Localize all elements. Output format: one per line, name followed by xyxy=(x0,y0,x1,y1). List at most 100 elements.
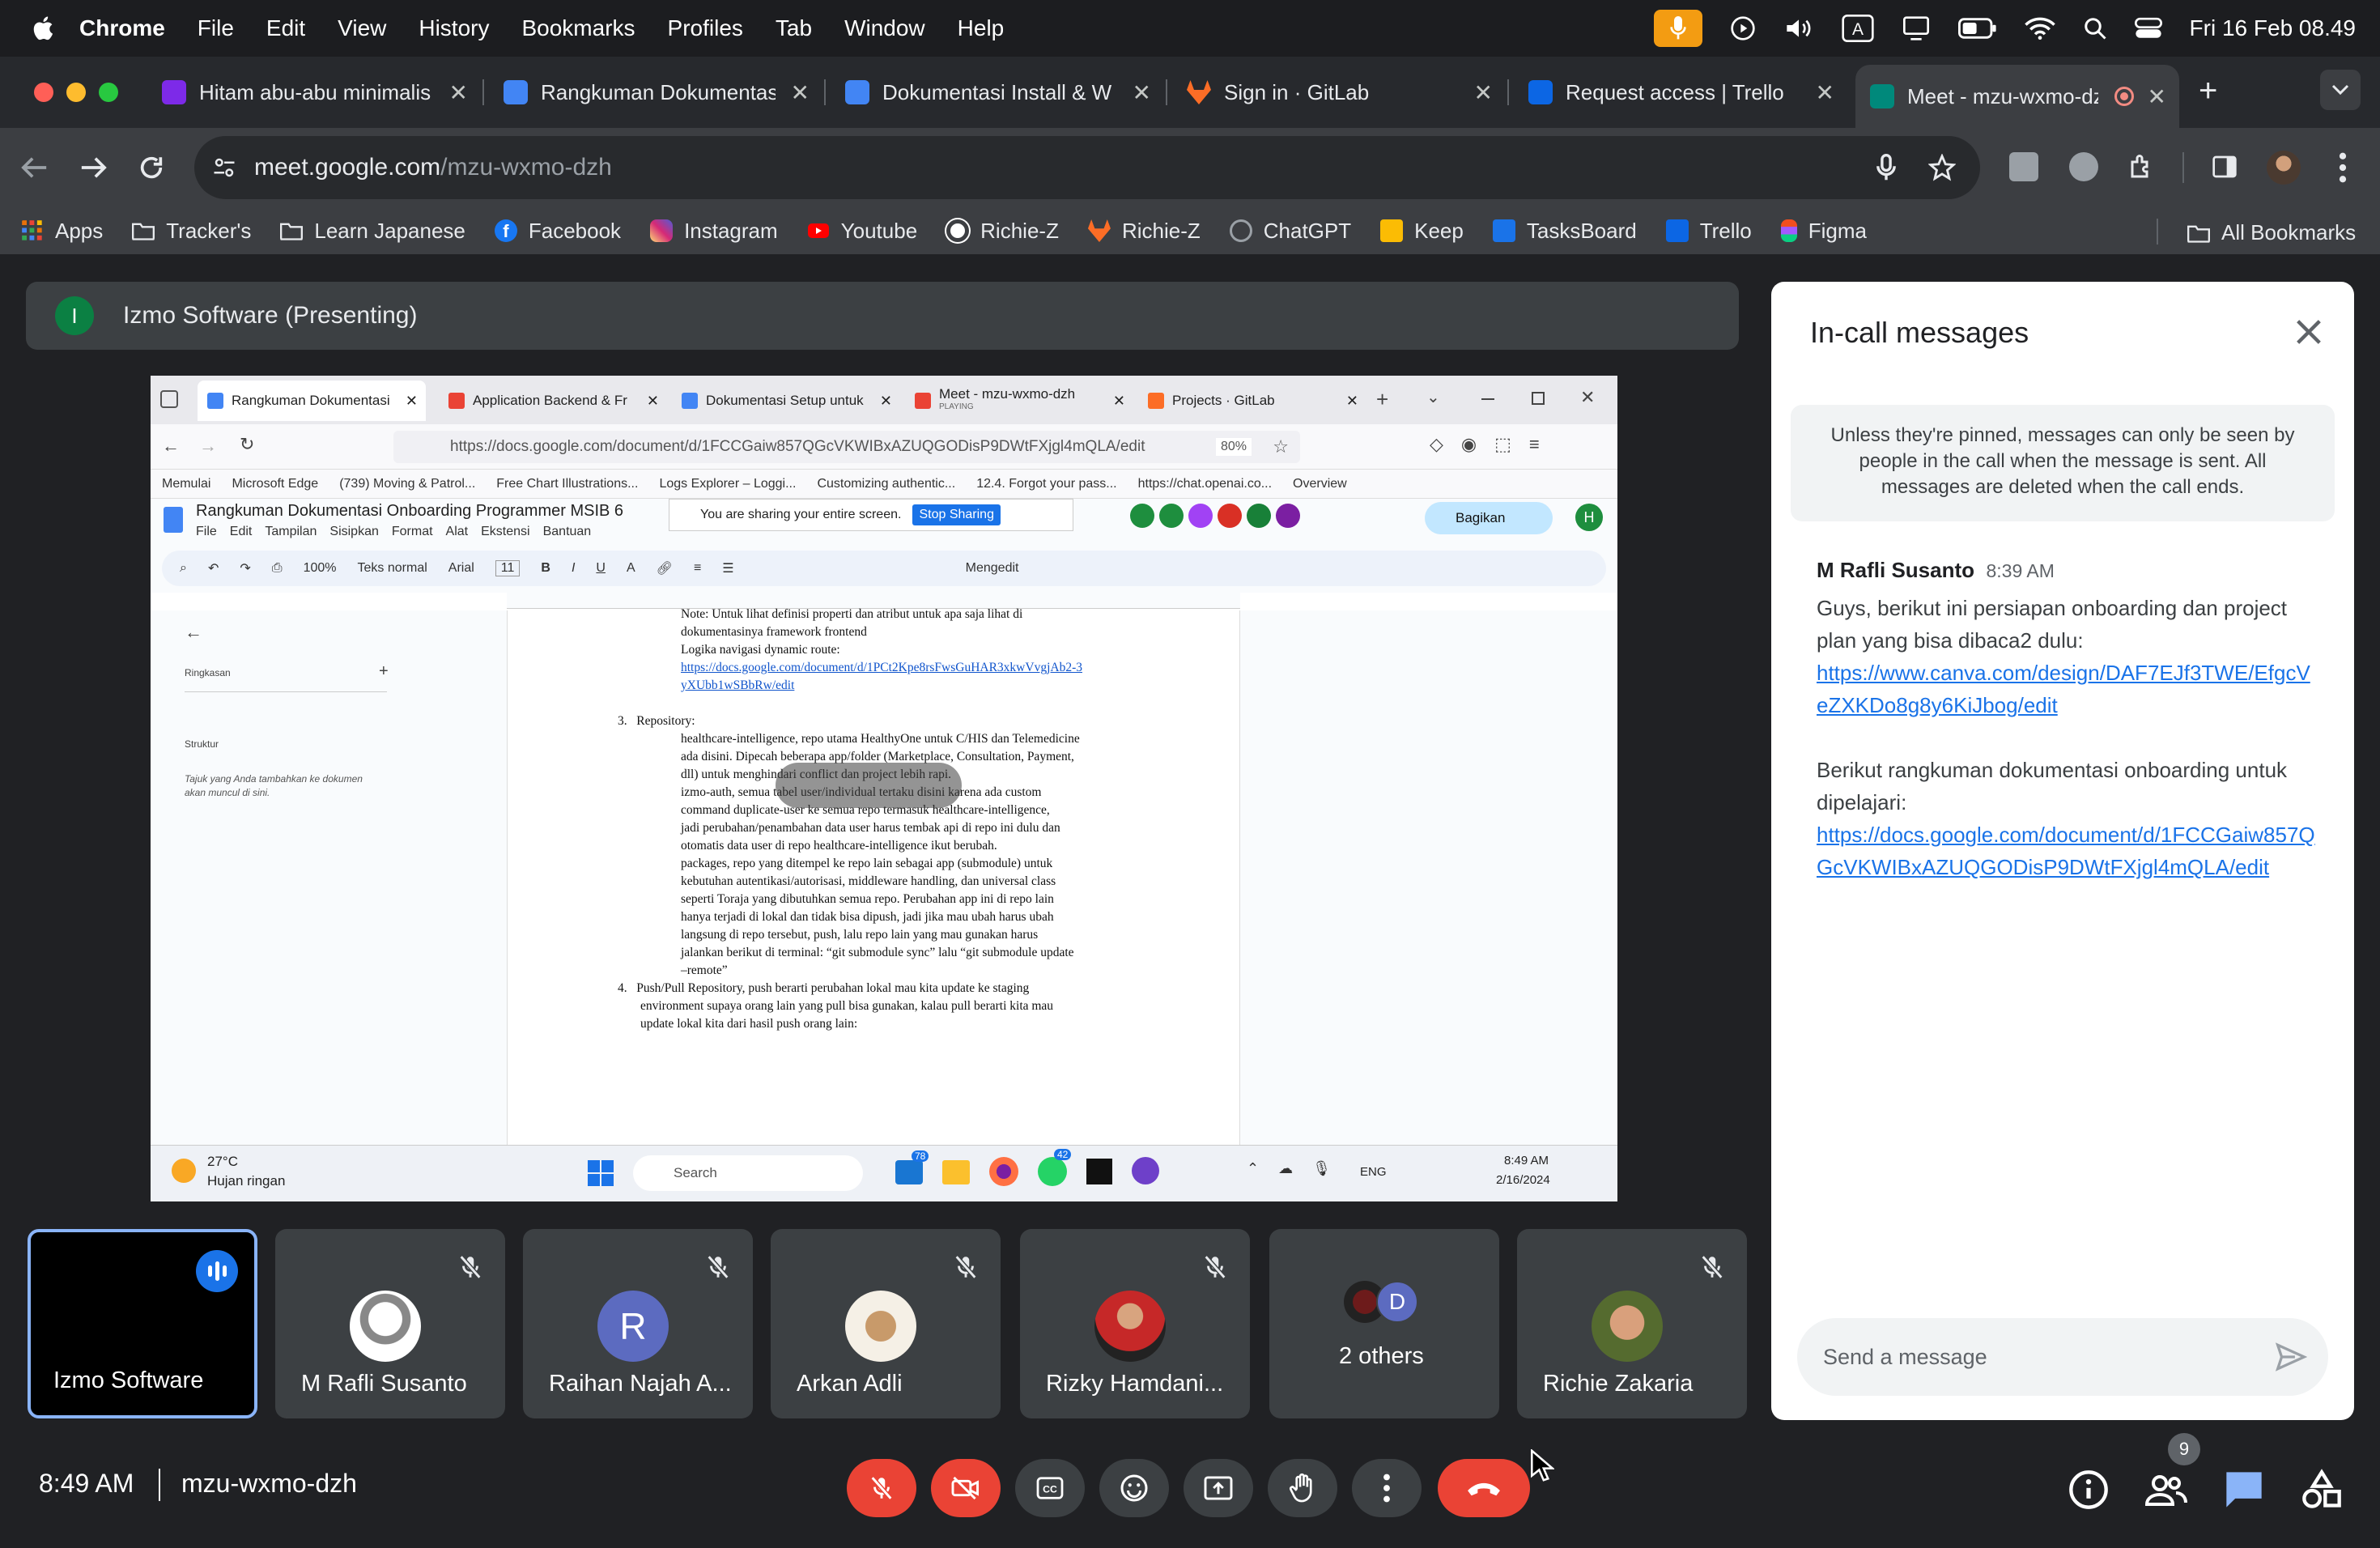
window-close-button[interactable] xyxy=(34,83,53,102)
menu-tab[interactable]: Tab xyxy=(776,15,812,41)
participant-tile[interactable]: R Raihan Najah A... xyxy=(523,1229,753,1418)
bookmark-keep[interactable]: Keep xyxy=(1380,219,1464,244)
browser-tab[interactable]: Hitam abu-abu minimalis ✕ xyxy=(147,68,481,117)
message-link[interactable]: https://docs.google.com/document/d/1FCCG… xyxy=(1817,823,2315,879)
spotlight-search-icon[interactable] xyxy=(2083,16,2107,40)
taskbar-pycharm-icon xyxy=(1086,1159,1112,1184)
profile-avatar[interactable] xyxy=(2267,151,2301,185)
mic-in-use-indicator[interactable] xyxy=(1653,10,1702,47)
bookmark-gitlab[interactable]: Richie-Z xyxy=(1087,219,1201,244)
browser-tab[interactable]: Rangkuman Dokumentasi ✕ xyxy=(489,68,822,117)
docs-menu-item: Alat xyxy=(445,525,469,538)
reload-icon[interactable] xyxy=(138,154,165,181)
bookmark-figma[interactable]: Figma xyxy=(1780,219,1867,244)
bookmark-trello[interactable]: Trello xyxy=(1665,219,1752,244)
tab-close-icon[interactable]: ✕ xyxy=(1474,79,1493,106)
captions-button[interactable]: CC xyxy=(1015,1459,1085,1517)
participant-tile-others[interactable]: D 2 others xyxy=(1269,1229,1499,1418)
people-icon[interactable] xyxy=(2145,1469,2187,1511)
bookmark-tasksboard[interactable]: TasksBoard xyxy=(1492,219,1637,244)
browser-tab[interactable]: Dokumentasi Install & W ✕ xyxy=(831,68,1164,117)
bookmark-github[interactable]: Richie-Z xyxy=(946,219,1059,244)
wifi-icon[interactable] xyxy=(2024,16,2055,40)
menu-view[interactable]: View xyxy=(338,15,386,41)
new-tab-button[interactable]: + xyxy=(2199,74,2217,107)
play-circle-icon[interactable] xyxy=(1730,15,1756,41)
leave-call-button[interactable] xyxy=(1438,1459,1530,1517)
send-icon[interactable] xyxy=(2275,1342,2307,1372)
presenter-label: Izmo Software (Presenting) xyxy=(123,302,418,329)
menu-help[interactable]: Help xyxy=(958,15,1005,41)
participant-tile-self[interactable]: Izmo Software xyxy=(28,1229,257,1418)
browser-tab[interactable]: Request access | Trello ✕ xyxy=(1514,68,1847,117)
chrome-menu-icon[interactable] xyxy=(2336,152,2349,183)
close-icon[interactable] xyxy=(2293,316,2325,348)
bookmark-chatgpt[interactable]: ChatGPT xyxy=(1229,219,1351,244)
bookmark-apps[interactable]: Apps xyxy=(21,219,103,244)
control-center-icon[interactable] xyxy=(2134,16,2162,40)
present-now-button[interactable] xyxy=(1184,1459,1253,1517)
participant-tile[interactable]: Rizky Hamdani... xyxy=(1020,1229,1250,1418)
raise-hand-button[interactable] xyxy=(1268,1459,1337,1517)
toggle-camera-button[interactable] xyxy=(931,1459,1001,1517)
tab-close-icon[interactable]: ✕ xyxy=(791,79,810,106)
shared-tab-actions-icon xyxy=(160,390,178,408)
more-options-button[interactable] xyxy=(1352,1459,1422,1517)
site-info-icon[interactable] xyxy=(212,155,236,180)
browser-tab-active[interactable]: Meet - mzu-wxmo-dzh ✕ xyxy=(1855,65,2179,128)
bookmark-folder[interactable]: Learn Japanese xyxy=(280,219,465,244)
side-panel-icon[interactable] xyxy=(2212,154,2238,180)
bookmark-youtube[interactable]: Youtube xyxy=(807,219,917,244)
chat-icon[interactable] xyxy=(2223,1469,2265,1511)
bookmark-instagram[interactable]: Instagram xyxy=(650,219,778,244)
tab-search-button[interactable] xyxy=(2320,70,2361,110)
bookmark-folder[interactable]: Tracker's xyxy=(132,219,251,244)
tab-close-icon[interactable]: ✕ xyxy=(1816,79,1834,106)
back-arrow-icon[interactable] xyxy=(21,155,49,180)
message-input[interactable]: Send a message xyxy=(1797,1318,2328,1396)
tab-close-icon[interactable]: ✕ xyxy=(2148,83,2166,110)
battery-icon[interactable] xyxy=(1957,18,1997,39)
participant-tile[interactable]: Richie Zakaria xyxy=(1517,1229,1747,1418)
menu-bookmarks[interactable]: Bookmarks xyxy=(521,15,635,41)
extension-icon[interactable] xyxy=(2069,152,2098,181)
window-minimize-button[interactable] xyxy=(66,83,86,102)
mic-off-icon xyxy=(1204,1255,1226,1279)
menu-window[interactable]: Window xyxy=(844,15,925,41)
bookmark-star-icon[interactable] xyxy=(1928,154,1956,181)
input-source-icon[interactable]: A xyxy=(1841,15,1874,42)
all-bookmarks-button[interactable]: All Bookmarks xyxy=(2187,220,2356,245)
browser-tab[interactable]: Sign in · GitLab ✕ xyxy=(1172,68,1506,117)
apple-icon[interactable] xyxy=(31,15,58,42)
toggle-mic-button[interactable] xyxy=(847,1459,916,1517)
extension-icon[interactable] xyxy=(2009,152,2038,181)
docs-format-toolbar: ⌕ ↶ ↷ ⎙ 100% Teks normal Arial 11 B I U A 🔗︎ ≡ ☰… xyxy=(162,551,1606,586)
tab-separator xyxy=(824,79,826,105)
extensions-puzzle-icon[interactable] xyxy=(2127,152,2157,181)
tab-close-icon[interactable]: ✕ xyxy=(449,79,468,106)
address-bar[interactable]: meet.google.com/mzu-wxmo-dzh xyxy=(194,136,1980,199)
menu-edit[interactable]: Edit xyxy=(266,15,305,41)
meeting-details-icon[interactable] xyxy=(2068,1469,2110,1511)
bookmark-facebook[interactable]: f Facebook xyxy=(494,219,621,244)
reactions-button[interactable] xyxy=(1099,1459,1169,1517)
message-link[interactable]: https://www.canva.com/design/DAF7EJf3TWE… xyxy=(1817,661,2310,717)
menu-app-name[interactable]: Chrome xyxy=(79,15,165,41)
volume-icon[interactable] xyxy=(1783,15,1814,41)
participant-tile[interactable]: Arkan Adli xyxy=(771,1229,1001,1418)
window-zoom-button[interactable] xyxy=(99,83,118,102)
shared-reload-icon: ↻ xyxy=(240,434,255,454)
docs-search-icon: ⌕ xyxy=(180,561,187,575)
menubar-clock[interactable]: Fri 16 Feb 08.49 xyxy=(2190,15,2356,41)
menu-history[interactable]: History xyxy=(419,15,489,41)
microphone-icon[interactable] xyxy=(1876,154,1896,181)
tab-close-icon[interactable]: ✕ xyxy=(1133,79,1151,106)
forward-arrow-icon[interactable] xyxy=(79,155,107,180)
participant-tile[interactable]: M Rafli Susanto xyxy=(275,1229,505,1418)
activities-icon[interactable] xyxy=(2301,1469,2343,1511)
menu-file[interactable]: File xyxy=(198,15,234,41)
screen-mirroring-icon[interactable] xyxy=(1902,15,1931,41)
shared-browser-tab: Projects · GitLab ✕ xyxy=(1138,381,1366,421)
people-count-badge: 9 xyxy=(2168,1433,2200,1465)
menu-profiles[interactable]: Profiles xyxy=(668,15,743,41)
